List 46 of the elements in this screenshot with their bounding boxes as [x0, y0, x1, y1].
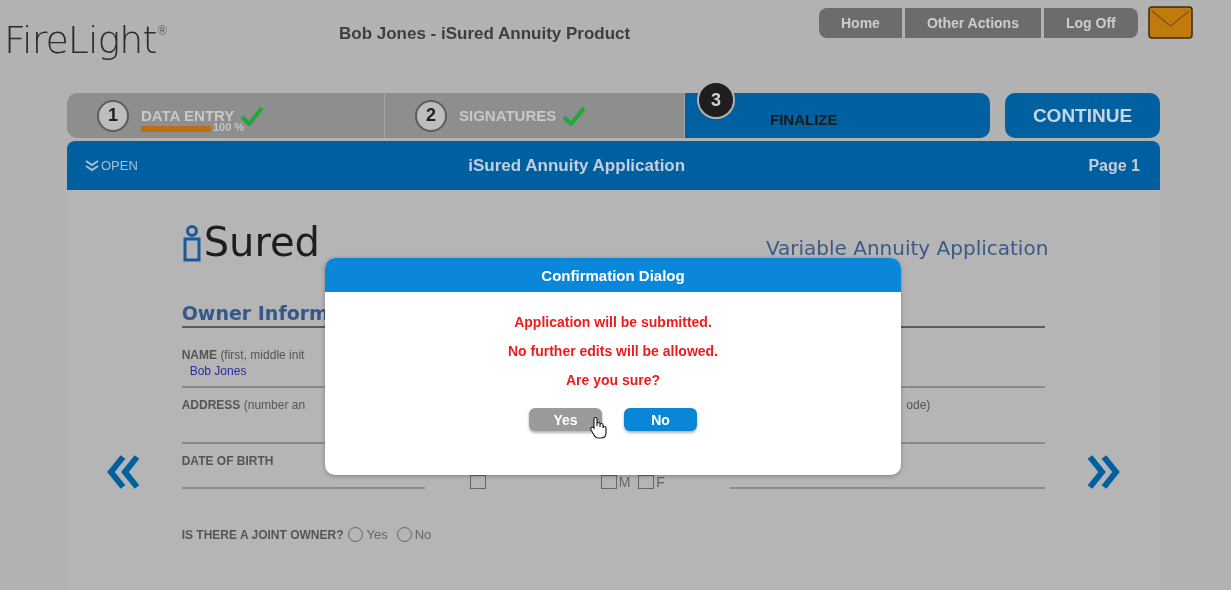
step-label: FINALIZE: [770, 111, 838, 128]
dialog-button[interactable]: No: [624, 408, 697, 431]
dialog-message: Application will be submitted.: [513, 314, 713, 330]
field-label: NAME (first, middle init: [181, 348, 305, 362]
checkbox[interactable]: [469, 475, 486, 489]
question-label: IS THERE A JOINT OWNER?: [181, 527, 344, 542]
page-title: Bob Jones - iSured Annuity Product: [339, 23, 632, 44]
keyhole-icon: [181, 225, 202, 262]
nav-button[interactable]: Home: [819, 8, 902, 38]
dialog-message: Are you sure?: [564, 372, 662, 388]
field-label: DATE OF BIRTH: [181, 454, 274, 468]
double-chevron-right-icon: [1085, 455, 1120, 489]
progress-bar: [141, 126, 211, 132]
dialog-title: Confirmation Dialog: [325, 258, 901, 292]
step-number: 1: [97, 99, 129, 132]
field-value: Bob Jones: [189, 364, 247, 378]
field-label: ode): [906, 398, 931, 412]
field-label: ADDRESS (number an: [181, 398, 306, 412]
checkbox-label: F: [656, 475, 665, 489]
step-number: 3: [697, 81, 735, 119]
radio-label: No: [414, 527, 432, 542]
nav-button[interactable]: Log Off: [1043, 8, 1138, 38]
checkbox-label: M: [618, 475, 631, 489]
registered-mark: ®: [156, 24, 168, 38]
double-chevron-down-icon: [85, 159, 99, 172]
open-toggle[interactable]: OPEN: [85, 158, 425, 173]
nav-button[interactable]: Other Actions: [904, 8, 1041, 38]
next-page-button[interactable]: [1085, 455, 1120, 489]
checkmark-icon: [562, 105, 587, 126]
step-label: DATA ENTRY: [141, 107, 235, 124]
previous-page-button[interactable]: [107, 455, 142, 489]
double-chevron-left-icon: [107, 455, 142, 489]
continue-button[interactable]: CONTINUE: [1005, 93, 1160, 138]
checkbox[interactable]: [600, 475, 617, 489]
radio-label: Yes: [366, 527, 388, 542]
step-tab[interactable]: 2 SIGNATURES: [385, 93, 685, 138]
section-heading: Owner Inform: [181, 302, 329, 324]
envelope-icon[interactable]: [1147, 6, 1193, 39]
checkbox[interactable]: [638, 475, 655, 489]
step-number: 2: [415, 99, 447, 132]
step-label: SIGNATURES: [459, 107, 557, 124]
firelight-logo: FireLight: [4, 18, 157, 62]
isured-logo: Sured: [203, 222, 320, 262]
page-number: Page 1: [1088, 156, 1140, 175]
form-title: iSured Annuity Application: [467, 155, 687, 176]
dialog-message: No further edits will be allowed.: [507, 343, 719, 359]
